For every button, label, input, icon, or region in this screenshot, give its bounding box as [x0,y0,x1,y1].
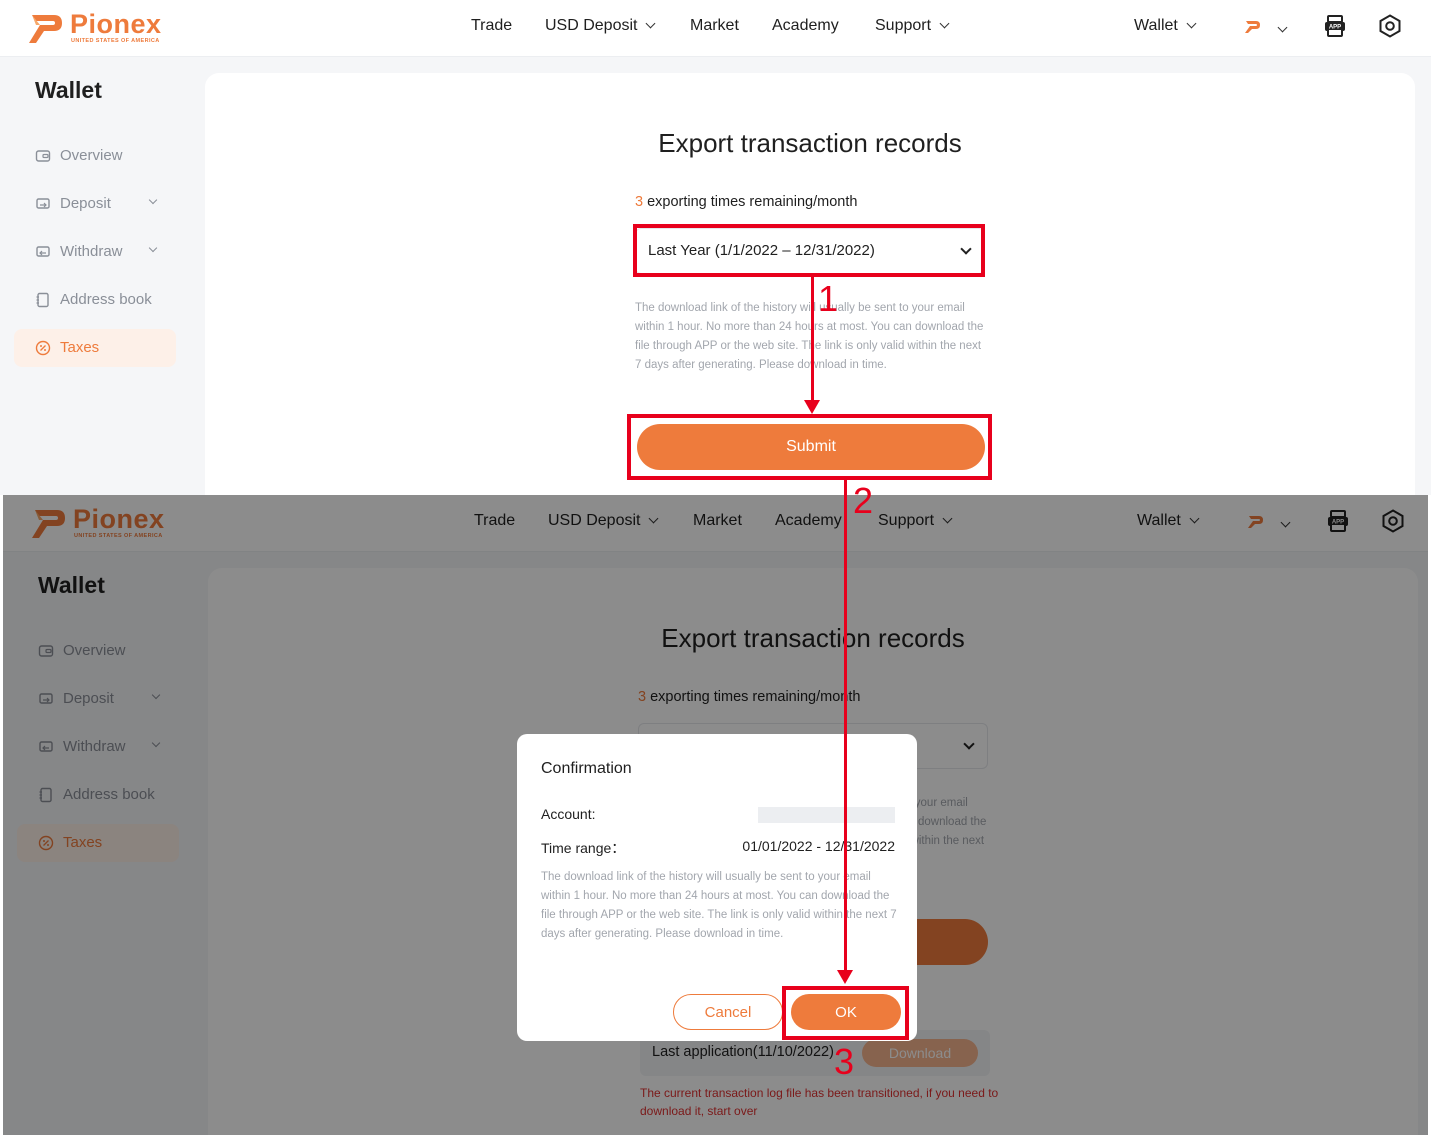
step-number-3: 3 [834,1041,855,1082]
confirmation-dialog: Confirmation Account: Time range： 01/01/… [517,734,917,1041]
nav-usd-deposit-label: USD Deposit [545,17,638,34]
sidebar-item-address-book[interactable]: Address book [14,281,176,319]
arrow-down-icon [804,400,820,414]
pionex-logo-icon [29,15,62,43]
withdraw-icon [36,246,50,257]
sidebar-item-label: Overview [60,147,123,164]
app-download-icon[interactable]: APP [1323,14,1347,38]
sidebar-item-overview[interactable]: Overview [14,137,176,175]
sidebar-item-label: Withdraw [60,243,123,260]
nav-wallet[interactable]: Wallet [1134,17,1197,35]
remaining-count: 3 [635,194,644,210]
pionex-logo[interactable]: Pionex UNITED STATES OF AMERICA [28,9,178,46]
step-number-2: 2 [853,480,874,521]
nav-academy[interactable]: Academy [772,17,839,35]
time-range-display: 01/01/2022 - 12/31/2022 [742,838,895,854]
chevron-down-icon [939,18,950,29]
sidebar-item-label: Deposit [60,195,111,212]
sidebar-title: Wallet [35,77,102,103]
page-title: Export transaction records [658,128,962,158]
chevron-down-icon [646,18,656,29]
sidebar-item-label: Taxes [60,339,100,356]
chevron-down-icon [1186,18,1197,29]
nav-market[interactable]: Market [690,17,739,35]
sidebar-item-taxes[interactable]: Taxes [14,329,176,367]
arrow-line-1 [811,277,814,401]
address-book-icon [36,292,49,308]
nav-trade[interactable]: Trade [471,17,512,35]
chevron-down-icon [148,195,158,205]
arrow-line-2 [844,480,847,970]
pionex-logo-icon [1245,21,1260,33]
arrow-down-icon [837,970,853,984]
sidebar-item-label: Address book [60,291,152,308]
top-navigation-bar: Pionex UNITED STATES OF AMERICA Trade US… [0,0,1431,57]
taxes-icon [35,340,51,356]
nav-usd-deposit[interactable]: USD Deposit [545,17,656,35]
chevron-down-icon [960,243,972,255]
remaining-text: exporting times remaining/month [647,194,858,210]
time-range-value: Last Year (1/1/2022 – 12/31/2022) [648,242,875,259]
deposit-icon [36,198,50,209]
export-card: Export transaction records 3 exporting ti… [205,73,1415,495]
time-range-label: Time range： [541,840,626,856]
account-label: Account: [541,806,596,822]
submit-button[interactable]: Submit [637,424,985,470]
ok-button[interactable]: OK [791,994,901,1030]
nav-support[interactable]: Support [875,17,950,35]
account-value-redacted [758,807,895,823]
cancel-button[interactable]: Cancel [673,994,783,1030]
brand-subtitle: UNITED STATES OF AMERICA [71,38,160,44]
nav-support-label: Support [875,17,932,34]
nav-wallet-label: Wallet [1134,17,1178,34]
screenshot-step-1: Pionex UNITED STATES OF AMERICA Trade US… [0,0,1431,495]
account-menu[interactable] [1245,20,1288,39]
svg-text:APP: APP [1329,25,1341,31]
brand-name: Pionex [70,9,162,39]
time-range-select[interactable]: Last Year (1/1/2022 – 12/31/2022) [635,228,985,274]
chevron-down-icon [148,243,158,253]
settings-icon[interactable] [1378,14,1402,38]
wallet-icon [35,150,51,162]
sidebar-item-withdraw[interactable]: Withdraw [14,233,176,271]
step-number-1: 1 [818,278,839,319]
dialog-title: Confirmation [541,760,632,777]
sidebar-item-deposit[interactable]: Deposit [14,185,176,223]
chevron-down-icon [1278,22,1288,33]
screenshot-step-2: Pionex UNITED STATES OF AMERICA Trade US… [3,495,1428,1135]
remaining-exports: 3 exporting times remaining/month [635,194,857,210]
